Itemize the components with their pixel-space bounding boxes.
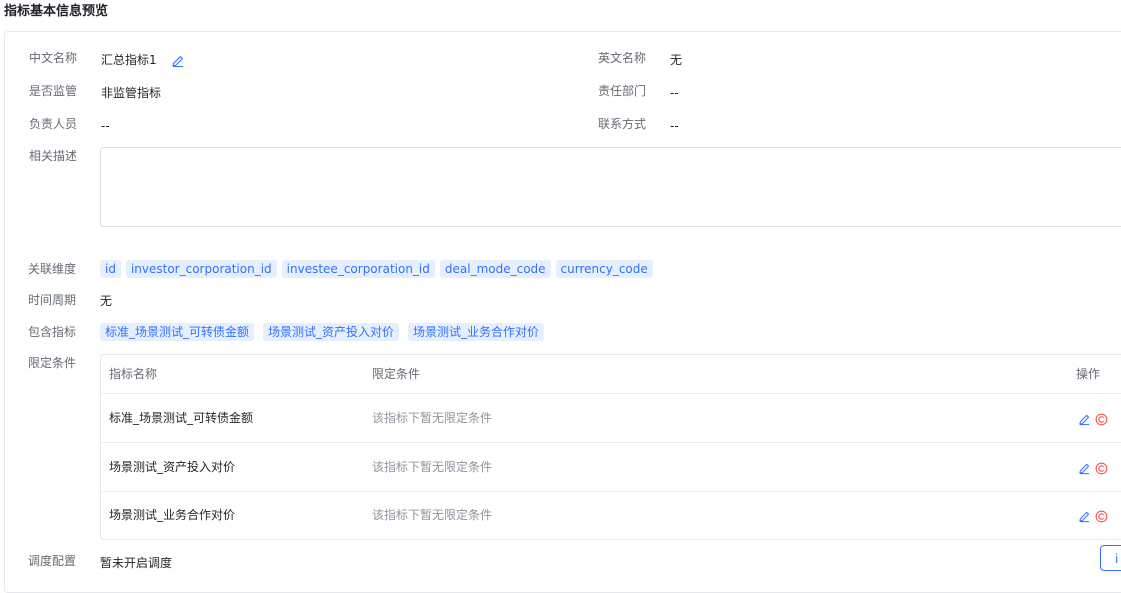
table-row: 标准_场景测试_可转债金额 该指标下暂无限定条件 [101,394,1121,443]
column-header: 指标名称 [109,367,158,381]
row-actions [1078,460,1108,479]
cn-name-value: 汇总指标1 [101,53,157,67]
edit-icon[interactable] [1078,508,1091,527]
row-condition: 该指标下暂无限定条件 [372,411,493,425]
row-metric-name: 场景测试_资产投入对价 [109,460,236,474]
dimension-tag: currency_code [555,260,653,278]
period-label: 时间周期 [28,293,77,307]
delete-icon[interactable] [1095,508,1108,527]
schedule-config-button[interactable]: i [1100,545,1121,571]
supervised-label: 是否监管 [29,84,78,98]
dept-value: -- [670,86,679,100]
cn-name-label: 中文名称 [29,51,78,65]
table-row: 场景测试_资产投入对价 该指标下暂无限定条件 [101,443,1121,492]
contact-label: 联系方式 [598,117,647,131]
included-tag: 场景测试_业务合作对价 [408,323,545,341]
column-header: 限定条件 [372,367,421,381]
dimensions-label: 关联维度 [28,262,77,276]
included-tag: 场景测试_资产投入对价 [263,323,400,341]
dimension-tag: id [100,260,121,278]
en-name-label: 英文名称 [598,51,647,65]
included-tags: 标准_场景测试_可转债金额 场景测试_资产投入对价 场景测试_业务合作对价 [100,323,545,341]
dimension-tag: investor_corporation_id [125,260,277,278]
dimension-tags: id investor_corporation_id investee_corp… [100,260,653,278]
page-title: 指标基本信息预览 [4,4,109,19]
row-condition: 该指标下暂无限定条件 [372,508,493,522]
row-actions [1078,411,1108,430]
schedule-value: 暂未开启调度 [100,556,173,570]
edit-icon[interactable] [171,53,185,68]
conditions-table: 指标名称 限定条件 操作 标准_场景测试_可转债金额 该指标下暂无限定条件 场景… [100,354,1121,540]
conditions-label: 限定条件 [28,356,77,370]
owner-value: -- [101,119,110,133]
dimension-tag: deal_mode_code [439,260,551,278]
table-row: 场景测试_业务合作对价 该指标下暂无限定条件 [101,491,1121,539]
table-header: 指标名称 限定条件 操作 [101,355,1121,394]
desc-label: 相关描述 [29,149,78,163]
dimension-tag: investee_corporation_id [281,260,435,278]
period-value: 无 [100,294,113,308]
supervised-value: 非监管指标 [101,86,162,100]
delete-icon[interactable] [1095,411,1108,430]
contact-value: -- [670,119,679,133]
description-textarea[interactable] [100,147,1121,227]
row-metric-name: 标准_场景测试_可转债金额 [109,411,254,425]
en-name-value: 无 [670,53,683,67]
row-actions [1078,508,1108,527]
row-condition: 该指标下暂无限定条件 [372,460,493,474]
schedule-label: 调度配置 [28,554,77,568]
included-label: 包含指标 [28,325,77,339]
included-tag: 标准_场景测试_可转债金额 [100,323,255,341]
owner-label: 负责人员 [29,117,78,131]
edit-icon[interactable] [1078,411,1091,430]
edit-icon[interactable] [1078,460,1091,479]
dept-label: 责任部门 [598,84,647,98]
delete-icon[interactable] [1095,460,1108,479]
row-metric-name: 场景测试_业务合作对价 [109,508,236,522]
column-header: 操作 [1076,367,1101,381]
